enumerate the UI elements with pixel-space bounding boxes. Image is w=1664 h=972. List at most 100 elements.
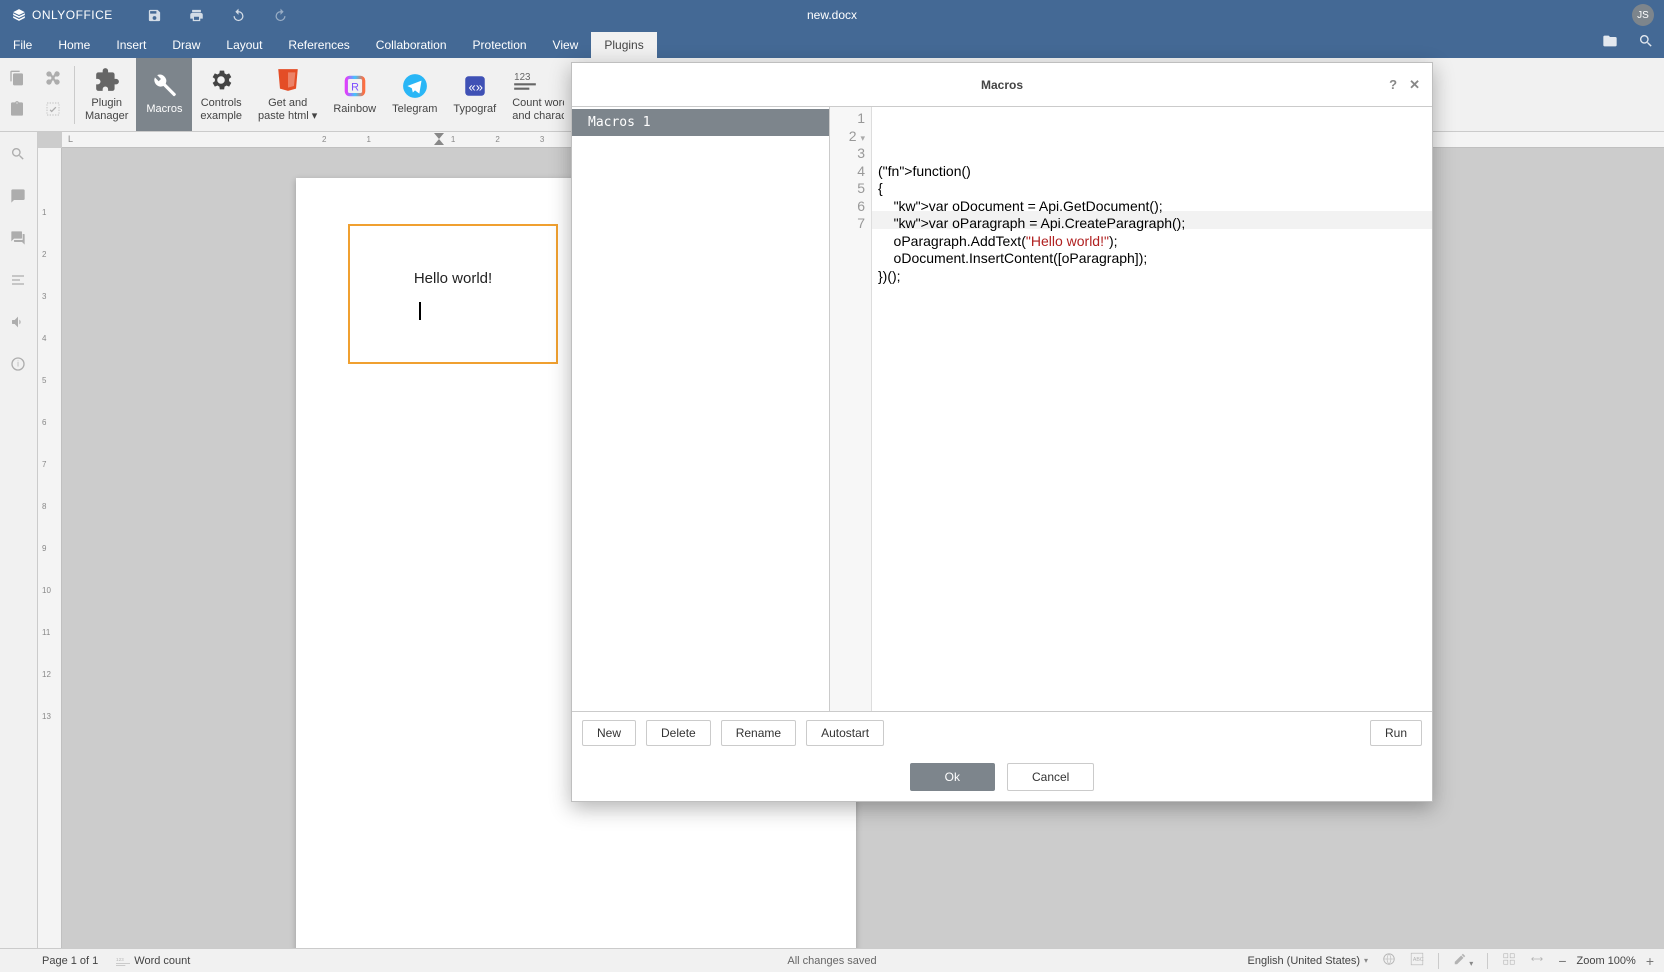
toolbar-label: Controlsexample <box>200 97 242 122</box>
rename-macro-button[interactable]: Rename <box>721 720 796 746</box>
telegram-icon <box>402 73 428 99</box>
macros-dialog: Macros ? ✕ Macros 1 12 ▾34567 ("fn">func… <box>571 62 1433 802</box>
toolbar-label: Count wordsand characters <box>512 97 564 122</box>
autostart-button[interactable]: Autostart <box>806 720 884 746</box>
headings-icon[interactable] <box>10 272 28 290</box>
status-page[interactable]: Page 1 of 1 <box>42 955 98 967</box>
macros-action-bar: New Delete Rename Autostart Run <box>572 711 1432 753</box>
status-zoom[interactable]: Zoom 100% <box>1577 955 1636 967</box>
macros-confirm-bar: Ok Cancel <box>572 753 1432 801</box>
svg-text:123: 123 <box>514 72 530 83</box>
typograf-icon: «» <box>462 73 488 99</box>
fit-page-icon[interactable] <box>1502 952 1516 969</box>
cancel-button[interactable]: Cancel <box>1007 763 1094 791</box>
tab-references[interactable]: References <box>275 32 362 58</box>
zoom-in-button[interactable]: + <box>1646 953 1654 969</box>
print-icon[interactable] <box>189 7 205 23</box>
save-icon[interactable] <box>147 7 163 23</box>
text-box[interactable]: Hello world! <box>348 224 558 364</box>
select-all-icon[interactable] <box>45 101 63 119</box>
chevron-down-icon: ▾ <box>1364 956 1368 965</box>
tab-collaboration[interactable]: Collaboration <box>363 32 460 58</box>
search-icon[interactable] <box>1638 33 1654 54</box>
toolbar-count-words[interactable]: 123 Count wordsand characters <box>504 58 564 131</box>
toolbar-controls-example[interactable]: Controlsexample <box>192 58 250 131</box>
zoom-out-button[interactable]: − <box>1558 953 1566 969</box>
run-macro-button[interactable]: Run <box>1370 720 1422 746</box>
count-icon: 123 <box>512 67 538 93</box>
tab-draw[interactable]: Draw <box>159 32 213 58</box>
chat-icon[interactable] <box>10 230 28 248</box>
toolbar-macros[interactable]: Macros <box>136 58 192 131</box>
svg-text:i: i <box>17 360 19 369</box>
fit-width-icon[interactable] <box>1530 952 1544 969</box>
toolbar-label: Telegram <box>392 103 437 116</box>
svg-text:123: 123 <box>116 957 124 962</box>
wrench-icon <box>151 73 177 99</box>
wordcount-icon: 123 <box>116 954 130 968</box>
tab-insert[interactable]: Insert <box>103 32 159 58</box>
toolbar-label: Typograf <box>453 103 496 116</box>
macros-dialog-title: Macros <box>981 78 1023 92</box>
toolbar-rainbow[interactable]: R Rainbow <box>325 58 384 131</box>
tracking-icon[interactable]: ▾ <box>1453 952 1473 969</box>
tab-layout[interactable]: Layout <box>213 32 275 58</box>
undo-icon[interactable] <box>231 7 247 23</box>
rainbow-icon: R <box>342 73 368 99</box>
copy-icon[interactable] <box>9 70 27 88</box>
html-icon <box>275 67 301 93</box>
svg-text:R: R <box>351 82 359 94</box>
toolbar-label: PluginManager <box>85 97 128 122</box>
tab-file[interactable]: File <box>0 32 45 58</box>
macro-list-item[interactable]: Macros 1 <box>572 109 829 136</box>
textbox-content: Hello world! <box>414 270 492 287</box>
help-icon[interactable]: ? <box>1389 77 1397 93</box>
status-language[interactable]: English (United States) ▾ <box>1248 955 1369 967</box>
toolbar-typograf[interactable]: «» Typograf <box>445 58 504 131</box>
stack-icon <box>12 8 26 22</box>
gear-icon <box>208 67 234 93</box>
new-macro-button[interactable]: New <box>582 720 636 746</box>
chevron-down-icon: ▾ <box>1467 959 1473 968</box>
tab-home[interactable]: Home <box>45 32 103 58</box>
svg-text:ABC: ABC <box>1413 957 1424 963</box>
code-text[interactable]: ("fn">function(){ "kw">var oDocument = A… <box>872 107 1432 711</box>
paste-icon[interactable] <box>9 101 27 119</box>
toolbar-telegram[interactable]: Telegram <box>384 58 445 131</box>
toolbar-label: Macros <box>146 103 182 116</box>
main-tabs: File Home Insert Draw Layout References … <box>0 30 1664 58</box>
tab-view[interactable]: View <box>540 32 592 58</box>
macros-list[interactable]: Macros 1 <box>572 107 830 711</box>
svg-text:«»: «» <box>468 80 482 95</box>
spellcheck-icon[interactable]: ABC <box>1410 952 1424 969</box>
toolbar-label: Rainbow <box>333 103 376 116</box>
redo-icon[interactable] <box>273 7 289 23</box>
text-cursor <box>419 302 421 320</box>
puzzle-icon <box>94 67 120 93</box>
comments-icon[interactable] <box>10 188 28 206</box>
open-location-icon[interactable] <box>1602 33 1618 54</box>
title-bar: ONLYOFFICE new.docx JS <box>0 0 1664 30</box>
macros-dialog-header: Macros ? ✕ <box>572 63 1432 107</box>
tab-plugins[interactable]: Plugins <box>591 32 656 58</box>
delete-macro-button[interactable]: Delete <box>646 720 711 746</box>
status-saved: All changes saved <box>787 955 876 967</box>
macro-code-editor[interactable]: 12 ▾34567 ("fn">function(){ "kw">var oDo… <box>830 107 1432 711</box>
user-badge[interactable]: JS <box>1632 4 1654 26</box>
toolbar-get-paste-html[interactable]: Get andpaste html ▾ <box>250 58 325 131</box>
status-wordcount[interactable]: 123 Word count <box>116 954 190 968</box>
close-icon[interactable]: ✕ <box>1409 77 1420 93</box>
toolbar-plugin-manager[interactable]: PluginManager <box>77 58 136 131</box>
find-icon[interactable] <box>10 146 28 164</box>
left-rail: i <box>0 132 38 948</box>
indent-marker-icon[interactable] <box>434 133 444 145</box>
tab-protection[interactable]: Protection <box>460 32 540 58</box>
app-logo: ONLYOFFICE <box>12 8 113 22</box>
cut-icon[interactable] <box>45 70 63 88</box>
vertical-ruler[interactable]: 12345678910111213 <box>38 148 62 948</box>
feedback-icon[interactable] <box>10 314 28 332</box>
app-name: ONLYOFFICE <box>32 8 113 22</box>
about-icon[interactable]: i <box>10 356 28 374</box>
ok-button[interactable]: Ok <box>910 763 995 791</box>
globe-icon[interactable] <box>1382 952 1396 969</box>
